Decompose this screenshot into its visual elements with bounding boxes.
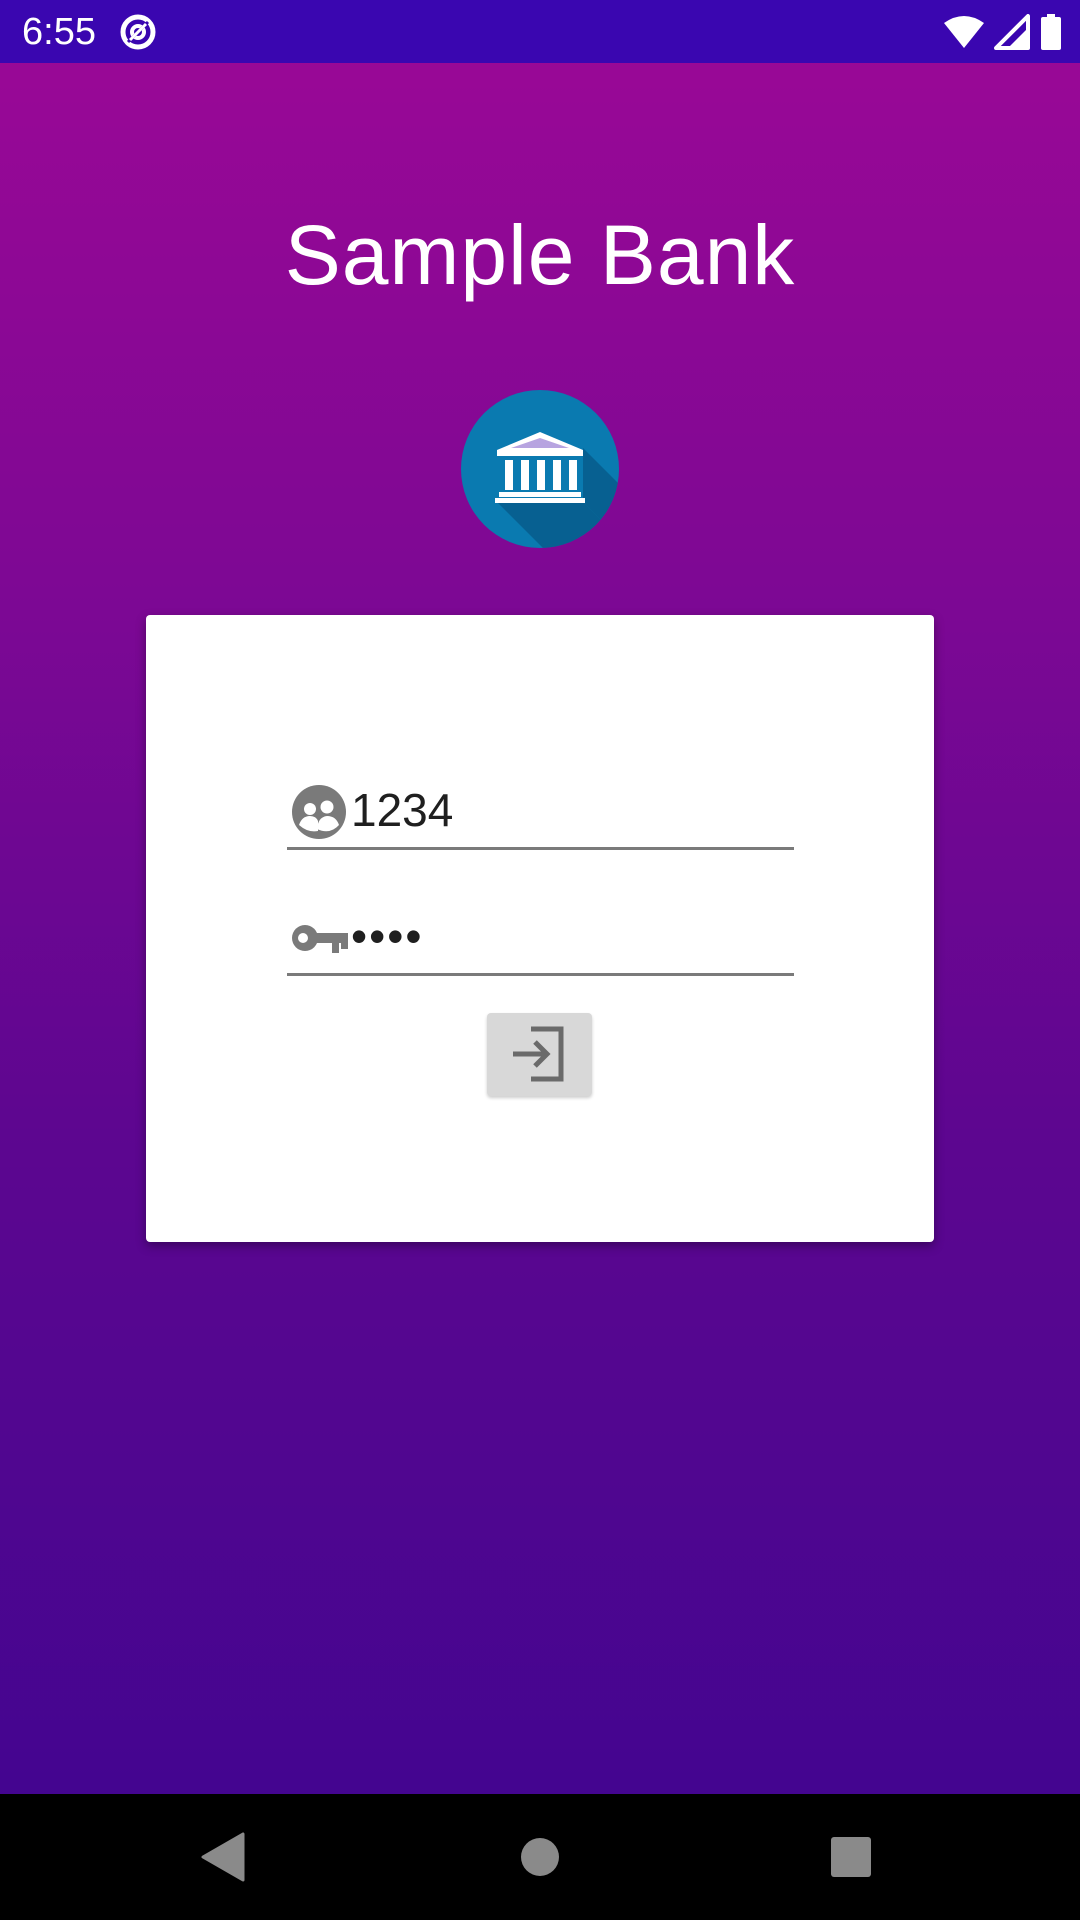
status-icons bbox=[944, 12, 1062, 52]
password-input[interactable] bbox=[351, 903, 781, 969]
app-title: Sample Bank bbox=[284, 208, 796, 302]
app-notification-icon bbox=[120, 14, 156, 50]
user-id-input[interactable] bbox=[351, 777, 781, 843]
bank-icon bbox=[461, 390, 619, 548]
login-arrow-icon bbox=[513, 1026, 564, 1082]
status-time: 6:55 bbox=[22, 11, 96, 53]
battery-icon bbox=[1041, 14, 1061, 50]
user-id-field bbox=[287, 775, 794, 850]
wifi-icon bbox=[944, 16, 984, 48]
home-icon[interactable] bbox=[507, 1824, 573, 1890]
back-icon[interactable] bbox=[193, 1824, 259, 1890]
navigation-bar bbox=[0, 1794, 1080, 1920]
user-group-icon bbox=[292, 785, 346, 839]
signal-icon bbox=[994, 14, 1030, 50]
key-icon bbox=[292, 925, 348, 953]
login-screen: 6:55 Sample Bank bbox=[0, 0, 1080, 1920]
login-button[interactable] bbox=[487, 1013, 592, 1096]
recents-icon[interactable] bbox=[818, 1824, 884, 1890]
status-bar: 6:55 bbox=[0, 0, 1080, 63]
password-field bbox=[287, 901, 794, 976]
